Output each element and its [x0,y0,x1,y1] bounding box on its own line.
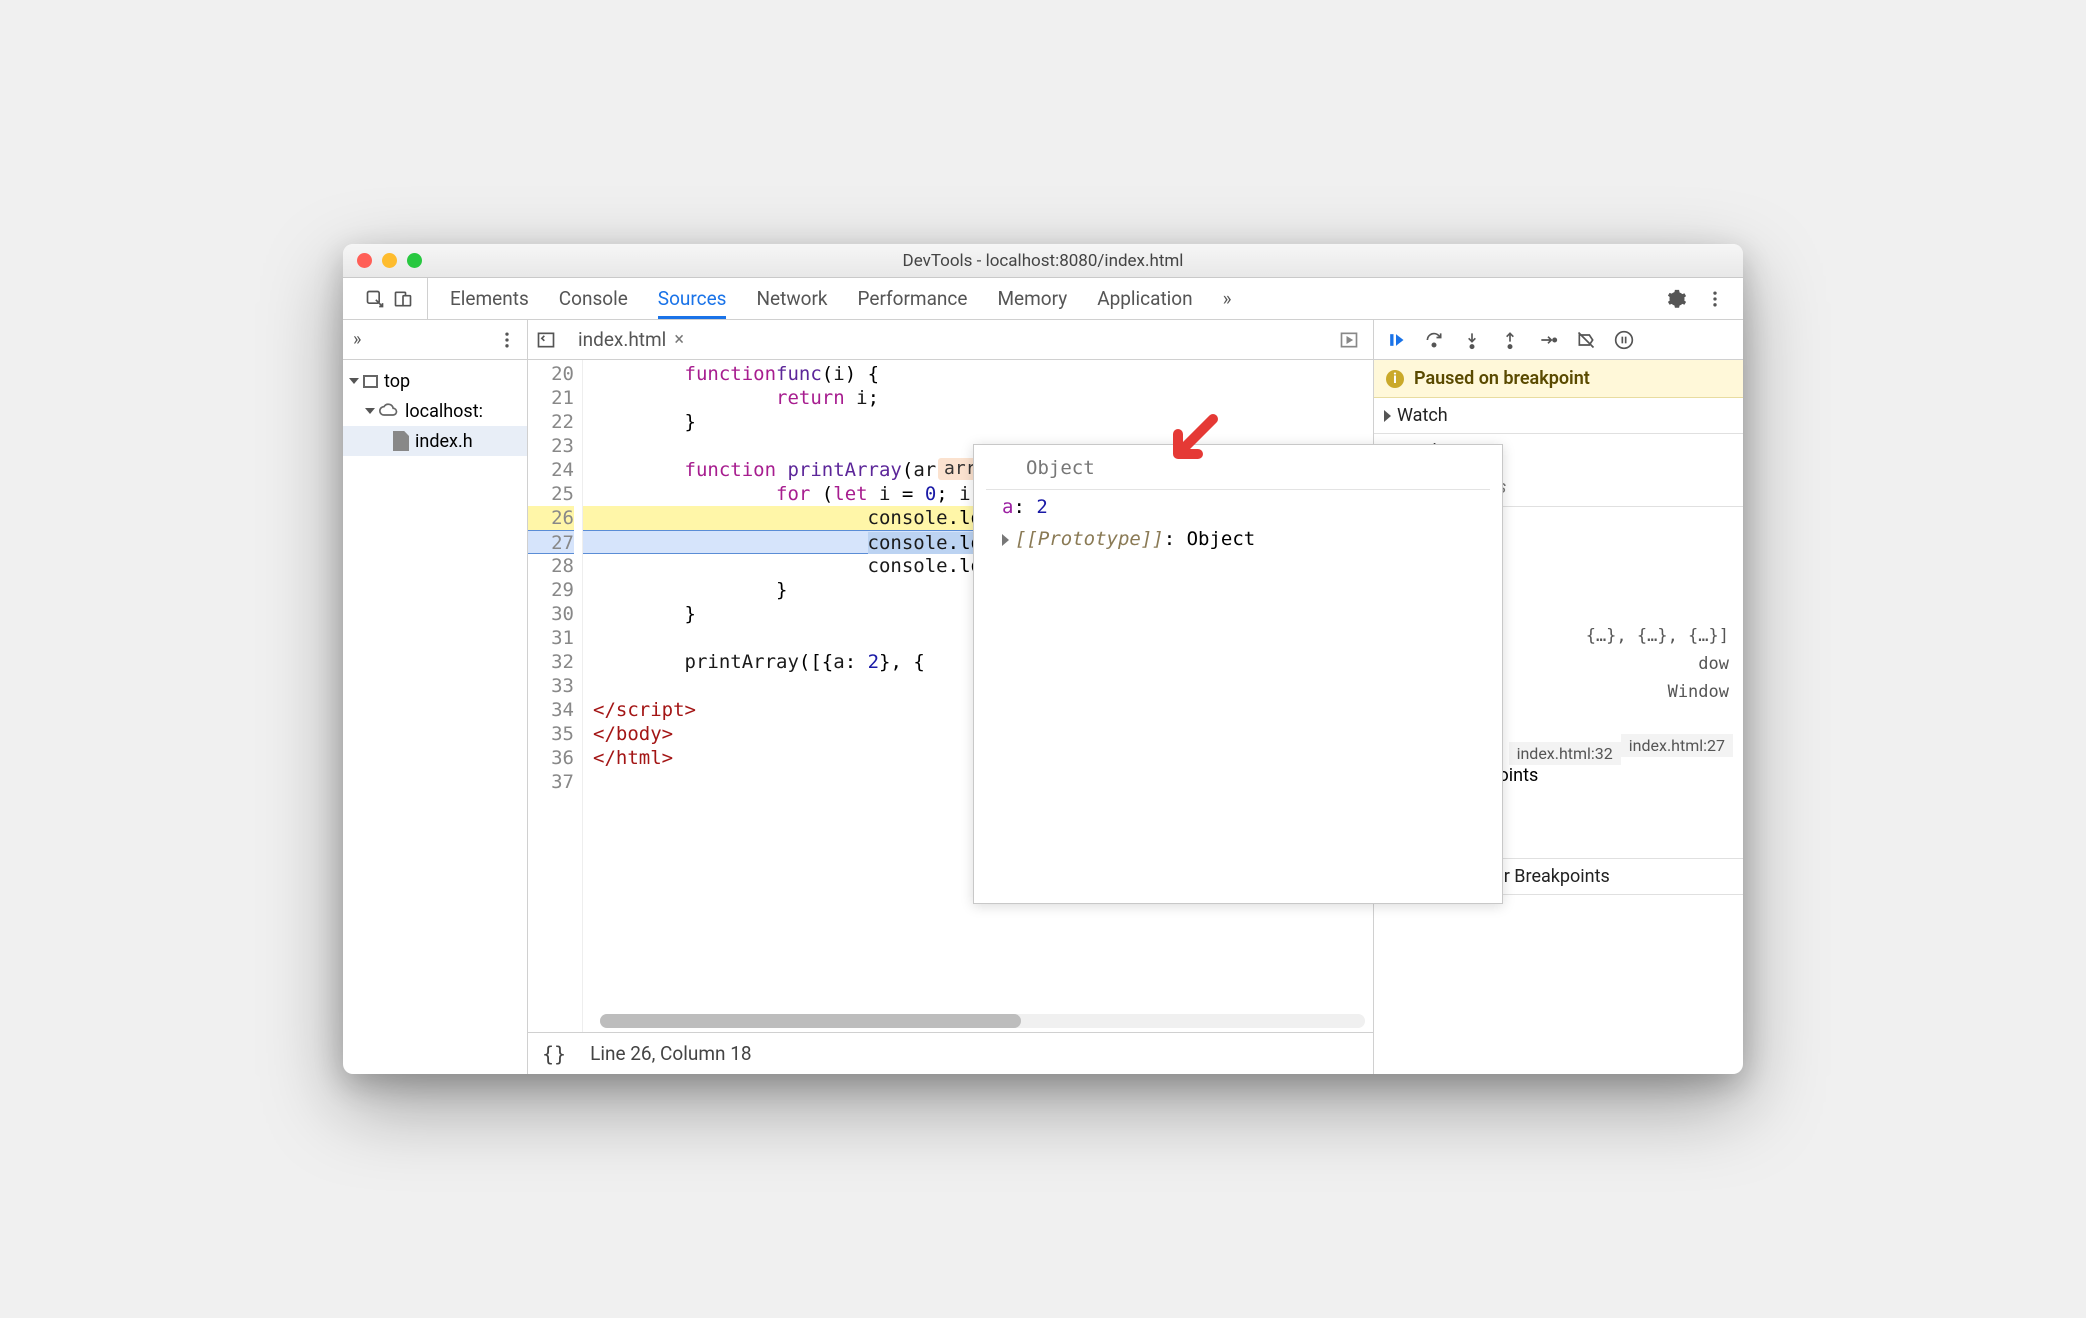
tree-file-label: index.h [415,431,473,452]
popover-prototype[interactable]: [[Prototype]]: Object [986,522,1490,554]
step-over-icon[interactable] [1424,330,1444,350]
main-tabbar: Elements Console Sources Network Perform… [343,278,1743,320]
tab-performance[interactable]: Performance [858,278,968,319]
sidebar-overflow[interactable]: » [353,329,361,350]
tree-file-index[interactable]: index.h [343,426,527,456]
callstack-location[interactable]: index.html:32 [1509,742,1621,765]
editor-tabbar: index.html × [528,320,1373,360]
chevron-right-icon [1002,534,1009,546]
panel-tabs: Elements Console Sources Network Perform… [428,278,1657,319]
tab-memory[interactable]: Memory [997,278,1067,319]
run-snippet-icon[interactable] [1339,330,1359,350]
frame-icon [363,375,378,388]
tree-root-top[interactable]: top [343,366,527,396]
tab-sources[interactable]: Sources [658,278,727,319]
kebab-menu-icon[interactable] [1705,289,1725,309]
tab-network[interactable]: Network [756,278,827,319]
info-icon: i [1386,370,1404,388]
cursor-position: Line 26, Column 18 [590,1042,751,1065]
chevron-down-icon [365,408,375,414]
window-title: DevTools - localhost:8080/index.html [343,251,1743,271]
deactivate-breakpoints-icon[interactable] [1576,330,1596,350]
navigator-toggle-icon[interactable] [536,330,556,350]
popover-title: Object [986,453,1490,490]
status-bar: {} Line 26, Column 18 [528,1032,1373,1074]
watch-section-header[interactable]: Watch [1374,398,1743,433]
pause-exceptions-icon[interactable] [1614,330,1634,350]
step-into-icon[interactable] [1462,330,1482,350]
sidebar-kebab-icon[interactable] [497,330,517,350]
popover-property[interactable]: a: 2 [986,490,1490,522]
devtools-window: DevTools - localhost:8080/index.html Ele… [343,244,1743,1074]
resume-icon[interactable] [1386,330,1406,350]
device-toggle-icon[interactable] [393,289,413,309]
file-icon [393,431,409,451]
sources-sidebar: » top localhost: [343,320,528,1074]
tree-origin-label: localhost: [405,401,483,422]
step-out-icon[interactable] [1500,330,1520,350]
editor-tab-index[interactable]: index.html × [570,328,692,351]
inspect-element-icon[interactable] [365,289,385,309]
annotation-arrow-icon [1163,414,1223,474]
tab-elements[interactable]: Elements [450,278,529,319]
editor-tab-label: index.html [578,328,666,351]
titlebar: DevTools - localhost:8080/index.html [343,244,1743,278]
cloud-icon [379,401,399,422]
callstack-location[interactable]: index.html:27 [1621,734,1733,757]
pretty-print-icon[interactable]: {} [542,1042,566,1066]
tabs-overflow[interactable]: » [1223,278,1232,319]
paused-banner: i Paused on breakpoint [1374,360,1743,398]
close-tab-icon[interactable]: × [674,329,684,350]
settings-gear-icon[interactable] [1667,289,1687,309]
chevron-right-icon [1384,410,1391,422]
step-icon[interactable] [1538,330,1558,350]
paused-banner-text: Paused on breakpoint [1414,368,1590,389]
tree-root-label: top [384,371,410,392]
debugger-toolbar [1374,320,1743,360]
watch-label: Watch [1397,405,1448,426]
chevron-down-icon [349,378,359,384]
tree-origin[interactable]: localhost: [343,396,527,426]
horizontal-scrollbar[interactable] [600,1014,1365,1028]
value-hover-popover: Object a: 2 [[Prototype]]: Object [973,444,1503,904]
tab-application[interactable]: Application [1097,278,1192,319]
tab-console[interactable]: Console [559,278,628,319]
